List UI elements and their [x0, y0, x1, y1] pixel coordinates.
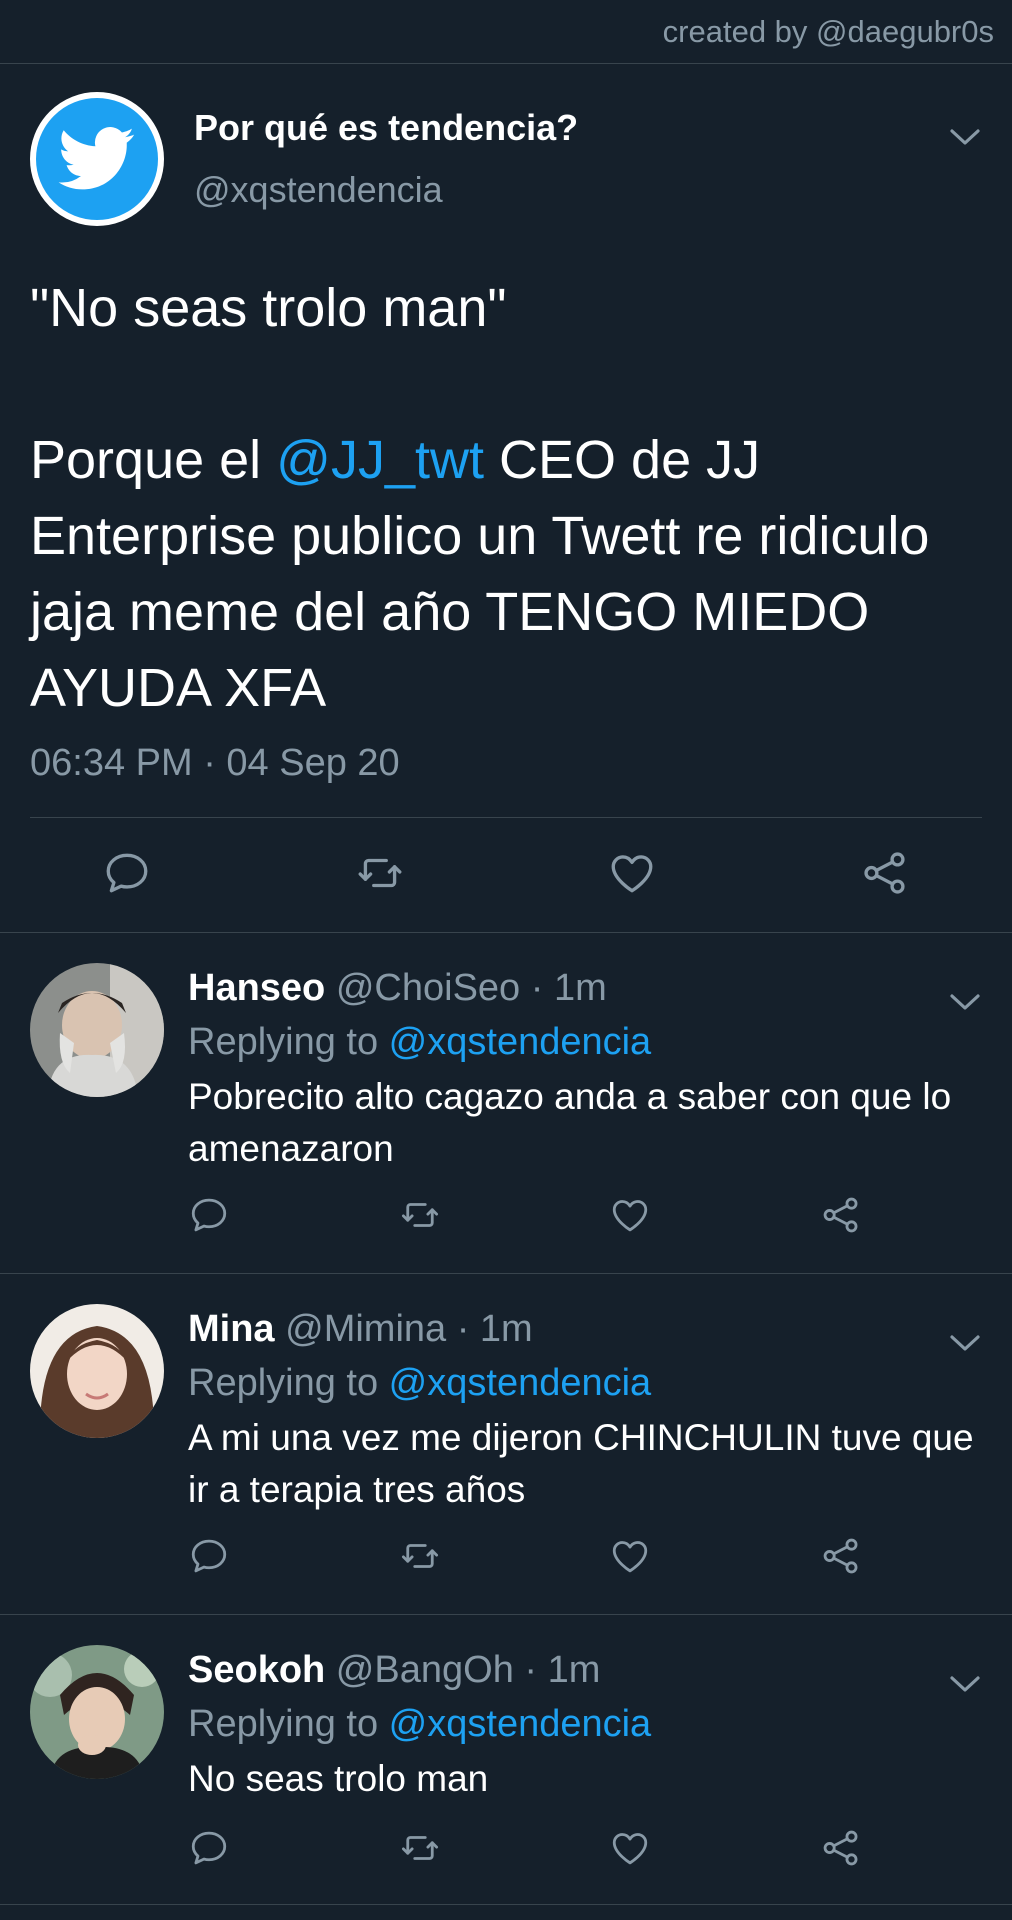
like-icon	[607, 848, 657, 898]
reply-text: Pobrecito alto cagazo anda a saber con q…	[188, 1076, 952, 1169]
author-name[interactable]: Por qué es tendencia?	[194, 107, 578, 149]
reply-header: Mina @Mimina · 1m	[188, 1304, 982, 1354]
avatar-photo	[30, 1304, 164, 1438]
retweet-icon	[355, 848, 405, 898]
replying-label: Replying to	[188, 1362, 389, 1404]
retweet-button[interactable]	[399, 1535, 441, 1582]
tweet-quote: "No seas trolo man"	[30, 278, 507, 338]
share-icon	[860, 848, 910, 898]
retweet-button[interactable]	[399, 1194, 441, 1241]
reply-tweet[interactable]: Seokoh @BangOh · 1m Replying to @xqstend…	[0, 1614, 1012, 1904]
share-icon	[820, 1827, 862, 1869]
share-button[interactable]	[820, 1827, 862, 1874]
reply-header: Hanseo @ChoiSeo · 1m	[188, 963, 982, 1013]
twitter-bird-icon	[58, 127, 135, 190]
share-button[interactable]	[860, 848, 910, 903]
reply-icon	[188, 1194, 230, 1236]
reply-button[interactable]	[188, 1827, 230, 1874]
tweet-text-before-mention: Porque el	[30, 430, 277, 490]
retweet-icon	[399, 1827, 441, 1869]
tweet-actions	[30, 818, 982, 932]
reply-button[interactable]	[188, 1535, 230, 1582]
reply-handle-time: @BangOh · 1m	[325, 1649, 601, 1691]
retweet-icon	[399, 1194, 441, 1236]
chevron-down-icon[interactable]	[948, 1673, 982, 1695]
avatar[interactable]	[30, 963, 164, 1097]
chevron-down-icon[interactable]	[948, 126, 982, 148]
reply-author-name[interactable]: Mina	[188, 1308, 275, 1350]
reply-button[interactable]	[188, 1194, 230, 1241]
replying-label: Replying to	[188, 1703, 389, 1745]
replying-to-link[interactable]: @xqstendencia	[389, 1362, 652, 1404]
like-button[interactable]	[609, 1194, 651, 1241]
reply-icon	[102, 848, 152, 898]
replying-to-link[interactable]: @xqstendencia	[389, 1703, 652, 1745]
share-icon	[820, 1194, 862, 1236]
avatar[interactable]	[30, 1304, 164, 1438]
reply-header: Seokoh @BangOh · 1m	[188, 1645, 982, 1695]
avatar-photo	[30, 1645, 164, 1779]
retweet-button[interactable]	[399, 1827, 441, 1874]
credit-banner: created by @daegubr0s	[0, 0, 1012, 64]
avatar-photo	[30, 963, 164, 1097]
reply-actions	[188, 1535, 862, 1582]
avatar[interactable]	[30, 92, 164, 226]
like-icon	[609, 1194, 651, 1236]
main-tweet: Por qué es tendencia? @xqstendencia "No …	[0, 64, 1012, 932]
retweet-icon	[399, 1535, 441, 1577]
reply-handle-time: @Mimina · 1m	[274, 1308, 533, 1350]
replying-to-link[interactable]: @xqstendencia	[389, 1021, 652, 1063]
avatar[interactable]	[30, 1645, 164, 1779]
reply-icon	[188, 1827, 230, 1869]
replying-label: Replying to	[188, 1021, 389, 1063]
chevron-down-icon[interactable]	[948, 991, 982, 1013]
mention-link[interactable]: @JJ_twt	[276, 430, 484, 490]
like-icon	[609, 1535, 651, 1577]
like-button[interactable]	[609, 1827, 651, 1874]
reply-actions	[188, 1827, 862, 1874]
reply-icon	[188, 1535, 230, 1577]
share-button[interactable]	[820, 1194, 862, 1241]
replying-to: Replying to @xqstendencia	[188, 1695, 982, 1753]
reply-text: No seas trolo man	[188, 1758, 489, 1799]
credit-text: created by @daegubr0s	[662, 13, 994, 49]
retweet-button[interactable]	[355, 848, 405, 903]
replying-to: Replying to @xqstendencia	[188, 1354, 982, 1412]
share-icon	[820, 1535, 862, 1577]
like-button[interactable]	[609, 1535, 651, 1582]
tweet-timestamp: 06:34 PM · 04 Sep 20	[30, 742, 400, 784]
reply-text: A mi una vez me dijeron CHINCHULIN tuve …	[188, 1417, 974, 1510]
share-button[interactable]	[820, 1535, 862, 1582]
tweet-text: "No seas trolo man" Porque el @JJ_twt CE…	[30, 270, 990, 726]
chevron-down-icon[interactable]	[948, 1332, 982, 1354]
like-icon	[609, 1827, 651, 1869]
replying-to: Replying to @xqstendencia	[188, 1013, 982, 1071]
reply-actions	[188, 1194, 862, 1241]
author-handle[interactable]: @xqstendencia	[194, 169, 578, 211]
divider	[0, 1904, 1012, 1905]
reply-tweet[interactable]: Mina @Mimina · 1m Replying to @xqstenden…	[0, 1273, 1012, 1614]
reply-author-name[interactable]: Hanseo	[188, 967, 325, 1009]
like-button[interactable]	[607, 848, 657, 903]
reply-author-name[interactable]: Seokoh	[188, 1649, 325, 1691]
reply-handle-time: @ChoiSeo · 1m	[325, 967, 607, 1009]
reply-tweet[interactable]: Hanseo @ChoiSeo · 1m Replying to @xqsten…	[0, 932, 1012, 1273]
tweet-author: Por qué es tendencia? @xqstendencia	[30, 92, 982, 226]
reply-button[interactable]	[102, 848, 152, 903]
